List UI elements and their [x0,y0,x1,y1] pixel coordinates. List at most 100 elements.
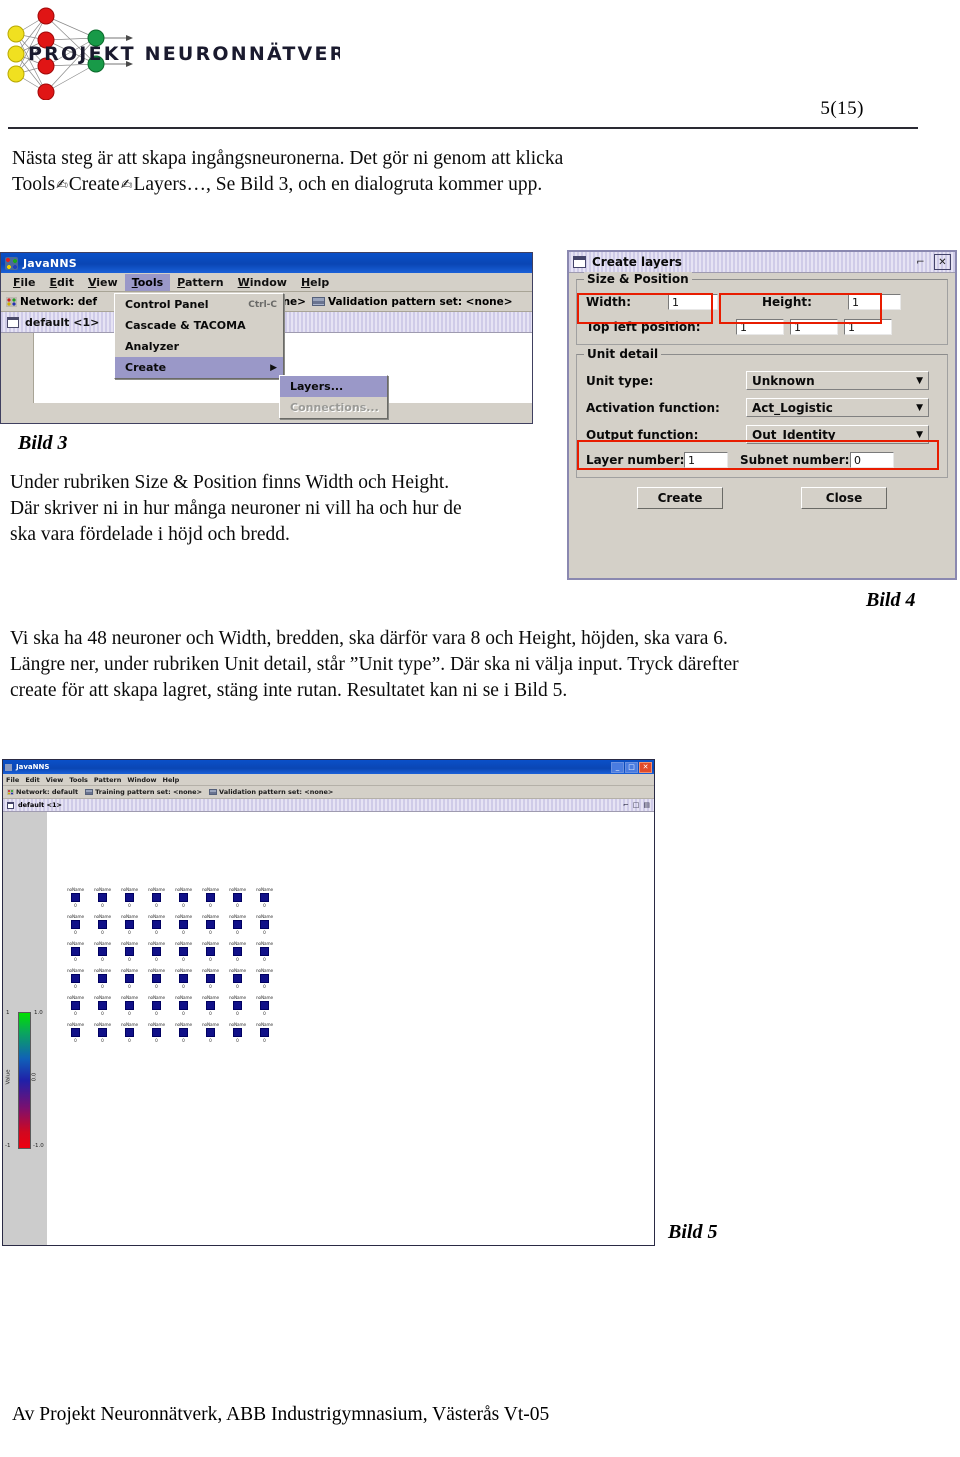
neuron-box[interactable] [179,974,188,983]
neuron-unit[interactable]: noName 0 [116,1019,143,1046]
neuron-unit[interactable]: noName 0 [89,965,116,992]
neuron-box[interactable] [98,920,107,929]
neuron-box[interactable] [125,893,134,902]
neuron-unit[interactable]: noName 0 [224,965,251,992]
neuron-box[interactable] [152,974,161,983]
minimize-icon[interactable]: _ [611,761,624,773]
top-left-z-input[interactable]: 1 [844,319,892,335]
neuron-box[interactable] [125,1028,134,1037]
restore-icon[interactable]: ⌐ [913,255,928,269]
neuron-box[interactable] [233,893,242,902]
neuron-unit[interactable]: noName 0 [116,965,143,992]
neuron-unit[interactable]: noName 0 [170,911,197,938]
neuron-unit[interactable]: noName 0 [143,938,170,965]
neuron-box[interactable] [260,947,269,956]
top-left-y-input[interactable]: 1 [790,319,838,335]
menu-item-layers[interactable]: Layers... [280,376,387,397]
b5-menu-pattern[interactable]: Pattern [94,776,121,784]
neuron-box[interactable] [71,947,80,956]
neuron-box[interactable] [125,974,134,983]
menu-window[interactable]: Window [231,274,294,291]
neuron-unit[interactable]: noName 0 [62,911,89,938]
b5-frame-maximize-icon[interactable]: □ [633,801,640,809]
b5-validation-chip[interactable]: Validation pattern set: <none> [209,788,333,796]
neuron-unit[interactable]: noName 0 [224,1019,251,1046]
neuron-box[interactable] [71,920,80,929]
neuron-unit[interactable]: noName 0 [251,992,278,1019]
b5-menu-help[interactable]: Help [163,776,180,784]
menu-item-cascade-tacoma[interactable]: Cascade & TACOMA [115,315,283,336]
neuron-box[interactable] [71,1001,80,1010]
neuron-unit[interactable]: noName 0 [62,1019,89,1046]
neuron-box[interactable] [260,974,269,983]
neuron-unit[interactable]: noName 0 [197,911,224,938]
neuron-unit[interactable]: noName 0 [89,884,116,911]
menu-item-analyzer[interactable]: Analyzer [115,336,283,357]
neuron-box[interactable] [152,1001,161,1010]
neuron-box[interactable] [125,1001,134,1010]
neuron-unit[interactable]: noName 0 [251,938,278,965]
neuron-unit[interactable]: noName 0 [251,965,278,992]
neuron-unit[interactable]: noName 0 [224,911,251,938]
neuron-unit[interactable]: noName 0 [170,965,197,992]
subnet-number-input[interactable]: 0 [850,452,894,468]
b5-menu-window[interactable]: Window [127,776,156,784]
neuron-box[interactable] [206,893,215,902]
neuron-unit[interactable]: noName 0 [143,1019,170,1046]
unit-type-select[interactable]: Unknown ▼ [746,371,929,390]
neuron-box[interactable] [206,974,215,983]
neuron-unit[interactable]: noName 0 [62,965,89,992]
b5-frame-close-icon[interactable]: ▤ [643,801,650,809]
neuron-unit[interactable]: noName 0 [62,992,89,1019]
b5-menu-edit[interactable]: Edit [25,776,39,784]
neuron-unit[interactable]: noName 0 [197,965,224,992]
b5-menu-tools[interactable]: Tools [69,776,88,784]
menu-item-control-panel[interactable]: Control Panel Ctrl-C [115,294,283,315]
neuron-unit[interactable]: noName 0 [197,884,224,911]
neuron-box[interactable] [71,893,80,902]
neuron-unit[interactable]: noName 0 [197,938,224,965]
neuron-unit[interactable]: noName 0 [116,938,143,965]
create-button[interactable]: Create [637,487,723,509]
neuron-box[interactable] [98,893,107,902]
neuron-unit[interactable]: noName 0 [170,884,197,911]
neuron-unit[interactable]: noName 0 [116,911,143,938]
neuron-box[interactable] [206,920,215,929]
neuron-box[interactable] [233,947,242,956]
b5-menu-file[interactable]: File [6,776,19,784]
neuron-unit[interactable]: noName 0 [251,884,278,911]
neuron-unit[interactable]: noName 0 [89,911,116,938]
neuron-box[interactable] [206,947,215,956]
b5-menu-view[interactable]: View [46,776,64,784]
neuron-unit[interactable]: noName 0 [143,884,170,911]
neuron-box[interactable] [233,1028,242,1037]
neuron-box[interactable] [98,1028,107,1037]
neuron-box[interactable] [152,947,161,956]
neuron-unit[interactable]: noName 0 [143,911,170,938]
neuron-box[interactable] [71,974,80,983]
menu-edit[interactable]: Edit [43,274,81,291]
neuron-box[interactable] [71,1028,80,1037]
neuron-box[interactable] [233,974,242,983]
menu-tools[interactable]: Tools [124,273,171,291]
neuron-box[interactable] [179,1001,188,1010]
neuron-unit[interactable]: noName 0 [197,992,224,1019]
neuron-box[interactable] [260,1001,269,1010]
neuron-box[interactable] [125,947,134,956]
toolbar-network-chip[interactable]: Network: def [6,296,97,308]
menu-view[interactable]: View [81,274,125,291]
neuron-unit[interactable]: noName 0 [89,1019,116,1046]
neuron-box[interactable] [206,1028,215,1037]
neuron-unit[interactable]: noName 0 [62,938,89,965]
neuron-box[interactable] [98,947,107,956]
neuron-box[interactable] [260,920,269,929]
neuron-box[interactable] [260,893,269,902]
neuron-unit[interactable]: noName 0 [224,884,251,911]
neuron-box[interactable] [233,920,242,929]
menu-file[interactable]: File [6,274,43,291]
bild5-network-canvas[interactable]: noName 0 noName 0 noName 0 noName 0 noName 0 noNam… [47,812,654,1245]
neuron-box[interactable] [125,920,134,929]
neuron-box[interactable] [179,920,188,929]
neuron-unit[interactable]: noName 0 [251,911,278,938]
width-input[interactable]: 1 [668,294,718,310]
